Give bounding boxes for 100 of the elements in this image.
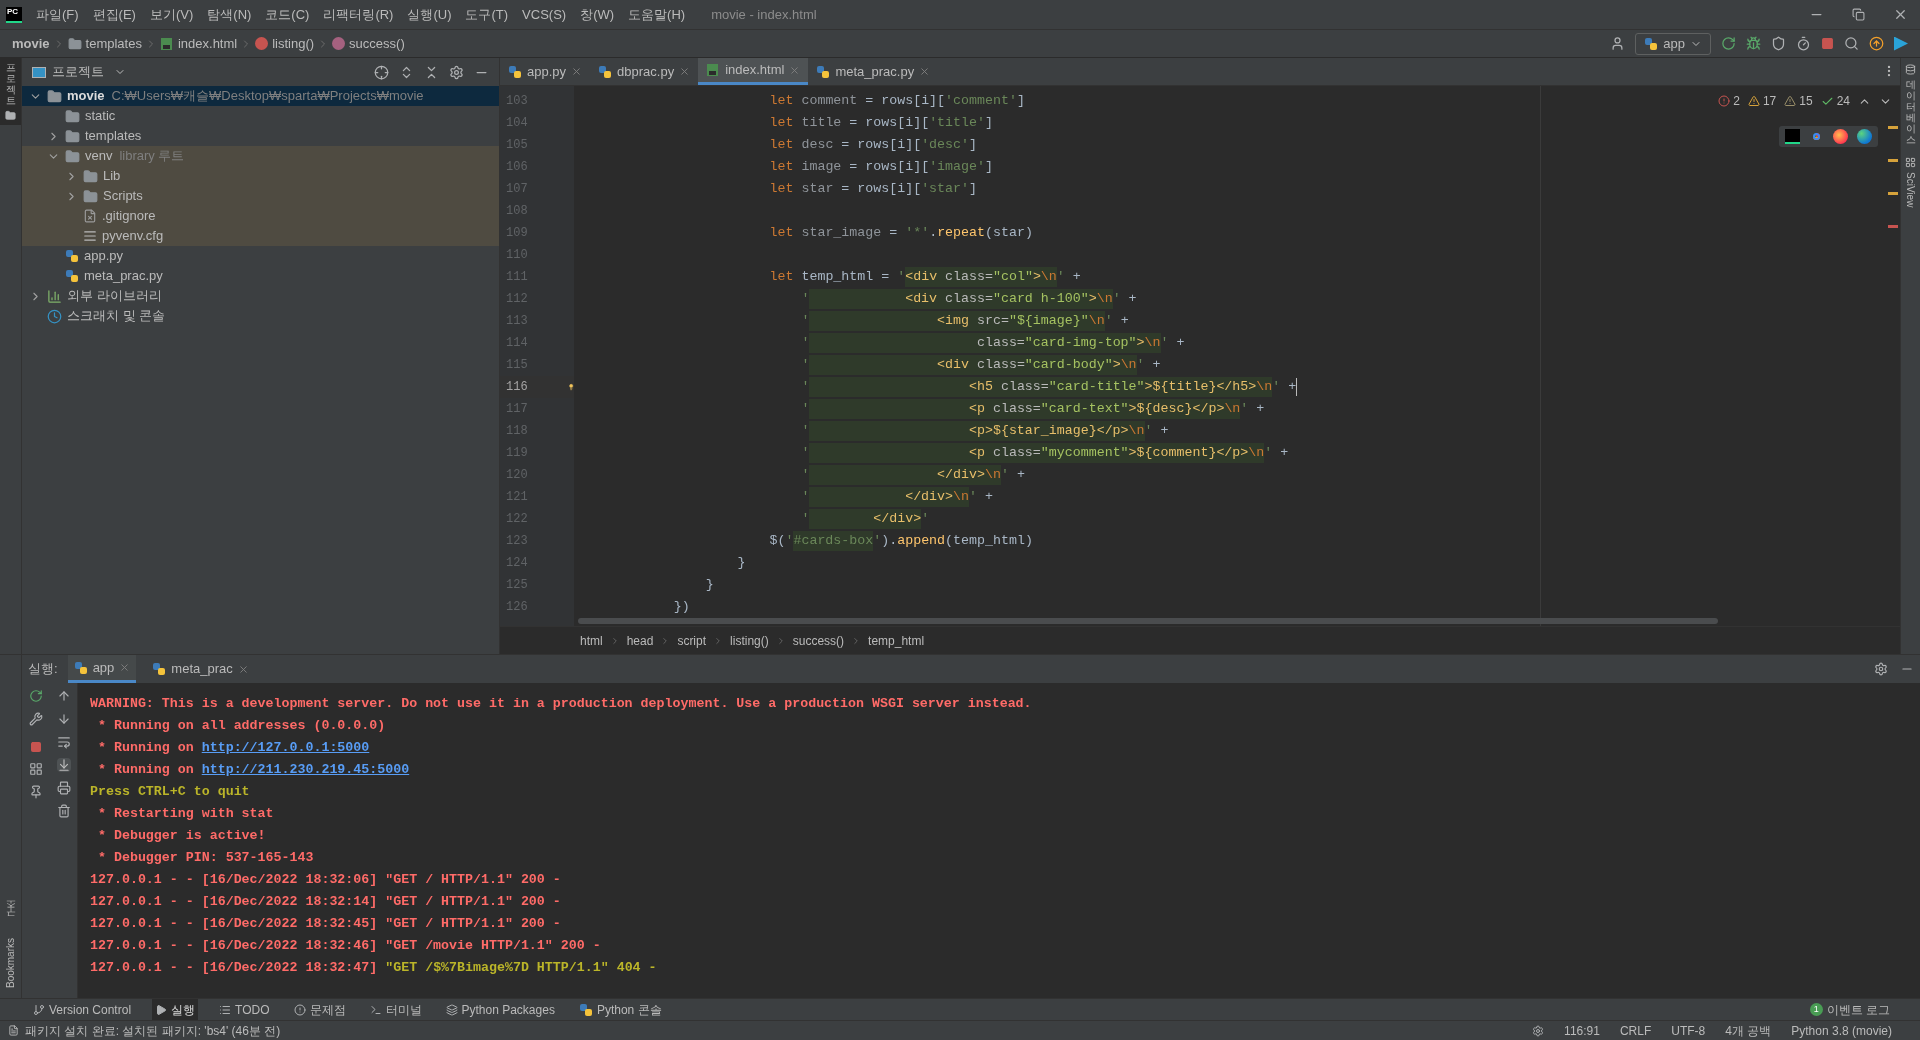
arrow-down-icon[interactable] <box>56 712 71 726</box>
breadcrumb-item[interactable]: script <box>677 631 707 650</box>
inspection-count[interactable]: 24 <box>1836 92 1850 110</box>
tool-window-button[interactable]: Version Control <box>30 999 135 1020</box>
trash-icon[interactable] <box>56 804 71 818</box>
rerun-icon[interactable] <box>1721 36 1736 51</box>
breadcrumb-item[interactable]: templates <box>85 33 142 54</box>
locate-icon[interactable] <box>374 64 389 80</box>
error-stripe-marker[interactable] <box>1888 159 1898 162</box>
breadcrumb-item[interactable]: html <box>580 631 603 650</box>
breadcrumb-item[interactable]: head <box>626 631 654 650</box>
menu-item[interactable]: 보기(V) <box>149 4 194 25</box>
plugin-icon[interactable] <box>1894 36 1908 51</box>
settings-icon[interactable] <box>449 64 464 80</box>
wrench-icon[interactable] <box>29 712 43 726</box>
tree-item[interactable]: Lib <box>22 166 499 186</box>
profile-icon[interactable] <box>1796 36 1811 51</box>
coverage-icon[interactable] <box>1771 36 1786 51</box>
menu-item[interactable]: 도구(T) <box>465 4 509 25</box>
close-tab-icon[interactable] <box>237 663 249 675</box>
tool-window-button[interactable]: 터미널 <box>366 999 425 1020</box>
menu-item[interactable]: 도움말(H) <box>628 4 686 25</box>
debug-icon[interactable] <box>1746 36 1761 51</box>
tree-item[interactable]: pyvenv.cfg <box>22 226 499 246</box>
tree-item[interactable]: templates <box>22 126 499 146</box>
soft-wrap-icon[interactable] <box>56 735 71 749</box>
tool-window-button[interactable]: 실행 <box>152 999 199 1020</box>
tool-window-tab[interactable]: SciView <box>1903 172 1918 208</box>
menu-item[interactable]: 리팩터링(R) <box>323 4 394 25</box>
menu-item[interactable]: 파일(F) <box>36 4 79 25</box>
status-item[interactable]: Python 3.8 (movie) <box>1791 1021 1892 1040</box>
browser-icon[interactable] <box>1833 129 1848 144</box>
breadcrumb-item[interactable]: listing() <box>272 33 315 54</box>
error-stripe-marker[interactable] <box>1888 126 1898 129</box>
tree-item[interactable]: venv library 루트 <box>22 146 499 166</box>
menu-item[interactable]: 창(W) <box>580 4 615 25</box>
inspection-count[interactable]: 17 <box>1762 92 1777 110</box>
tool-window-button[interactable]: Python 콘솔 <box>575 999 665 1020</box>
event-log-button[interactable]: 이벤트 로그 <box>1826 1000 1890 1019</box>
run-tab[interactable]: meta_prac <box>146 655 255 683</box>
tree-item[interactable]: Scripts <box>22 186 499 206</box>
menu-item[interactable]: 편집(E) <box>92 4 136 25</box>
status-item[interactable]: 116:91 <box>1564 1021 1600 1040</box>
update-icon[interactable] <box>1869 36 1884 51</box>
close-tab-icon[interactable] <box>919 66 931 77</box>
breadcrumb-item[interactable]: success() <box>792 631 845 650</box>
tree-item[interactable]: static <box>22 106 499 126</box>
layout-icon[interactable] <box>29 762 43 776</box>
breadcrumb-item[interactable]: movie <box>12 33 50 54</box>
breadcrumb-item[interactable]: index.html <box>177 33 238 54</box>
tree-item[interactable]: meta_prac.py <box>22 266 499 286</box>
search-icon[interactable] <box>1844 36 1859 51</box>
rerun-icon[interactable] <box>29 689 43 703</box>
grid-icon[interactable] <box>1905 157 1916 168</box>
editor-tab[interactable]: dbprac.py <box>590 58 699 85</box>
panel-title[interactable]: 프로젝트 <box>52 62 104 82</box>
close-tab-icon[interactable] <box>679 66 691 77</box>
tool-window-tab[interactable]: 구조 <box>3 904 18 924</box>
browser-icon[interactable] <box>1857 129 1872 144</box>
tree-item[interactable]: movie C:₩Users₩캐슬₩Desktop₩sparta₩Projects₩movie <box>22 86 499 106</box>
menu-item[interactable]: VCS(S) <box>522 4 567 25</box>
tool-window-button[interactable]: Python Packages <box>442 999 558 1020</box>
run-config-dropdown[interactable]: app <box>1635 32 1711 55</box>
breadcrumb-item[interactable]: temp_html <box>868 631 925 650</box>
inspection-count[interactable]: 15 <box>1799 92 1813 110</box>
menu-item[interactable]: 탐색(N) <box>207 4 252 25</box>
tree-item[interactable]: 스크래치 및 콘솔 <box>22 306 499 326</box>
run-tab[interactable]: app <box>67 655 137 683</box>
error-stripe-marker[interactable] <box>1888 225 1898 228</box>
tree-item[interactable]: app.py <box>22 246 499 266</box>
close-tab-icon[interactable] <box>571 66 583 77</box>
tree-item[interactable]: .gitignore <box>22 206 499 226</box>
breadcrumb-item[interactable]: listing() <box>730 631 769 650</box>
status-item[interactable]: 4개 공백 <box>1725 1021 1772 1040</box>
stop-icon[interactable] <box>1821 37 1834 50</box>
print-icon[interactable] <box>56 781 71 795</box>
settings-icon[interactable] <box>1874 662 1888 676</box>
pycharm-icon[interactable] <box>1785 129 1800 144</box>
restore-icon[interactable] <box>1852 8 1865 21</box>
inspection-count[interactable]: 2 <box>1733 92 1740 110</box>
user-icon[interactable] <box>1610 36 1626 51</box>
database-icon[interactable] <box>1905 64 1916 75</box>
close-icon[interactable] <box>1893 7 1908 22</box>
tree-item[interactable]: 외부 라이브러리 <box>22 286 499 306</box>
menu-item[interactable]: 실행(U) <box>407 4 452 25</box>
status-item[interactable]: UTF-8 <box>1671 1021 1706 1040</box>
arrow-up-icon[interactable] <box>56 689 71 703</box>
tool-window-tab[interactable]: 데이터베이스 <box>1905 79 1916 145</box>
pin-icon[interactable] <box>29 785 43 799</box>
tool-window-button[interactable]: 문제점 <box>290 999 349 1020</box>
settings-icon[interactable] <box>1532 1024 1545 1037</box>
tool-window-tab[interactable]: 프로젝트 <box>0 58 21 125</box>
breadcrumb-item[interactable]: success() <box>349 33 405 54</box>
editor-tab[interactable]: meta_prac.py <box>808 58 939 85</box>
editor-tab[interactable]: index.html <box>698 58 809 85</box>
error-stripe-marker[interactable] <box>1888 192 1898 195</box>
menu-item[interactable]: 코드(C) <box>265 4 310 25</box>
scroll-to-end-icon[interactable] <box>56 758 71 772</box>
editor-tab[interactable]: app.py <box>500 58 591 85</box>
tool-window-tab[interactable]: Bookmarks <box>3 938 18 988</box>
